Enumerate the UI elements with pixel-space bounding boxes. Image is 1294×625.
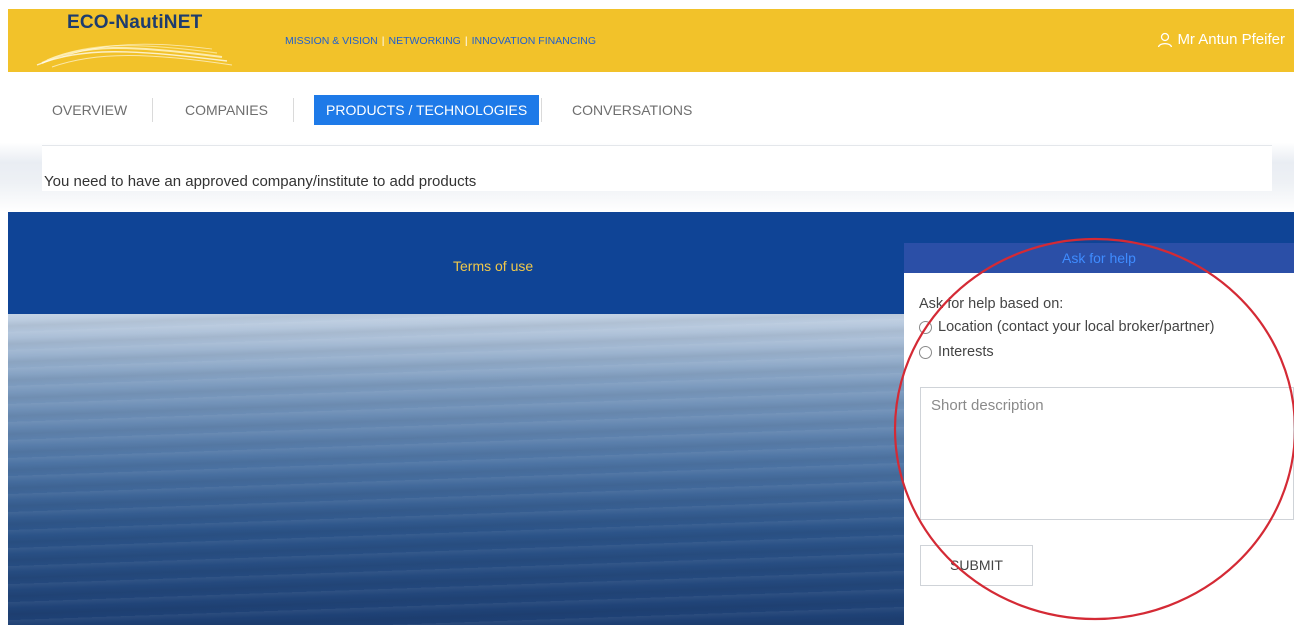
terms-of-use-link[interactable]: Terms of use <box>453 258 533 274</box>
submit-button[interactable]: SUBMIT <box>920 545 1033 586</box>
nav-innovation-financing[interactable]: INNOVATION FINANCING <box>472 35 596 47</box>
ask-for-help-header[interactable]: Ask for help <box>904 243 1294 273</box>
tab-separator <box>152 98 153 122</box>
radio-interests-label: Interests <box>938 344 994 360</box>
tab-companies[interactable]: COMPANIES <box>185 95 268 125</box>
info-message: You need to have an approved company/ins… <box>44 173 477 190</box>
radio-button[interactable] <box>919 345 932 359</box>
user-name: Mr Antun Pfeifer <box>1177 31 1285 48</box>
nav-mission-vision[interactable]: MISSION & VISION <box>285 35 378 47</box>
help-title: Ask for help based on: <box>919 296 1064 312</box>
nav-separator: | <box>464 35 468 47</box>
nav-separator: | <box>381 35 385 47</box>
tab-separator <box>293 98 294 122</box>
radio-location-label: Location (contact your local broker/part… <box>938 319 1215 335</box>
tab-products-technologies[interactable]: PRODUCTS / TECHNOLOGIES <box>314 95 540 125</box>
top-header-bar: ECO-NautiNET MISSION & VISION | NETWORKING… <box>8 9 1294 72</box>
tab-overview[interactable]: OVERVIEW <box>52 95 127 125</box>
eco-nautinet-logo[interactable]: ECO-NautiNET <box>22 9 232 72</box>
top-navigation: MISSION & VISION | NETWORKING | INNOVATION F… <box>285 35 596 47</box>
radio-interests[interactable]: Interests <box>919 344 994 360</box>
radio-location[interactable]: Location (contact your local broker/part… <box>919 319 1214 335</box>
tab-separator <box>541 98 542 122</box>
radio-button[interactable] <box>919 320 932 334</box>
logo-text: ECO-NautiNET <box>67 12 203 33</box>
logo-waves-icon <box>36 43 232 68</box>
short-description-textarea[interactable] <box>920 387 1294 520</box>
user-icon <box>1158 32 1173 47</box>
tab-conversations[interactable]: CONVERSATIONS <box>572 95 692 125</box>
user-menu[interactable]: Mr Antun Pfeifer <box>1157 31 1285 48</box>
nav-networking[interactable]: NETWORKING <box>389 35 461 47</box>
sea-background-image <box>8 314 904 625</box>
